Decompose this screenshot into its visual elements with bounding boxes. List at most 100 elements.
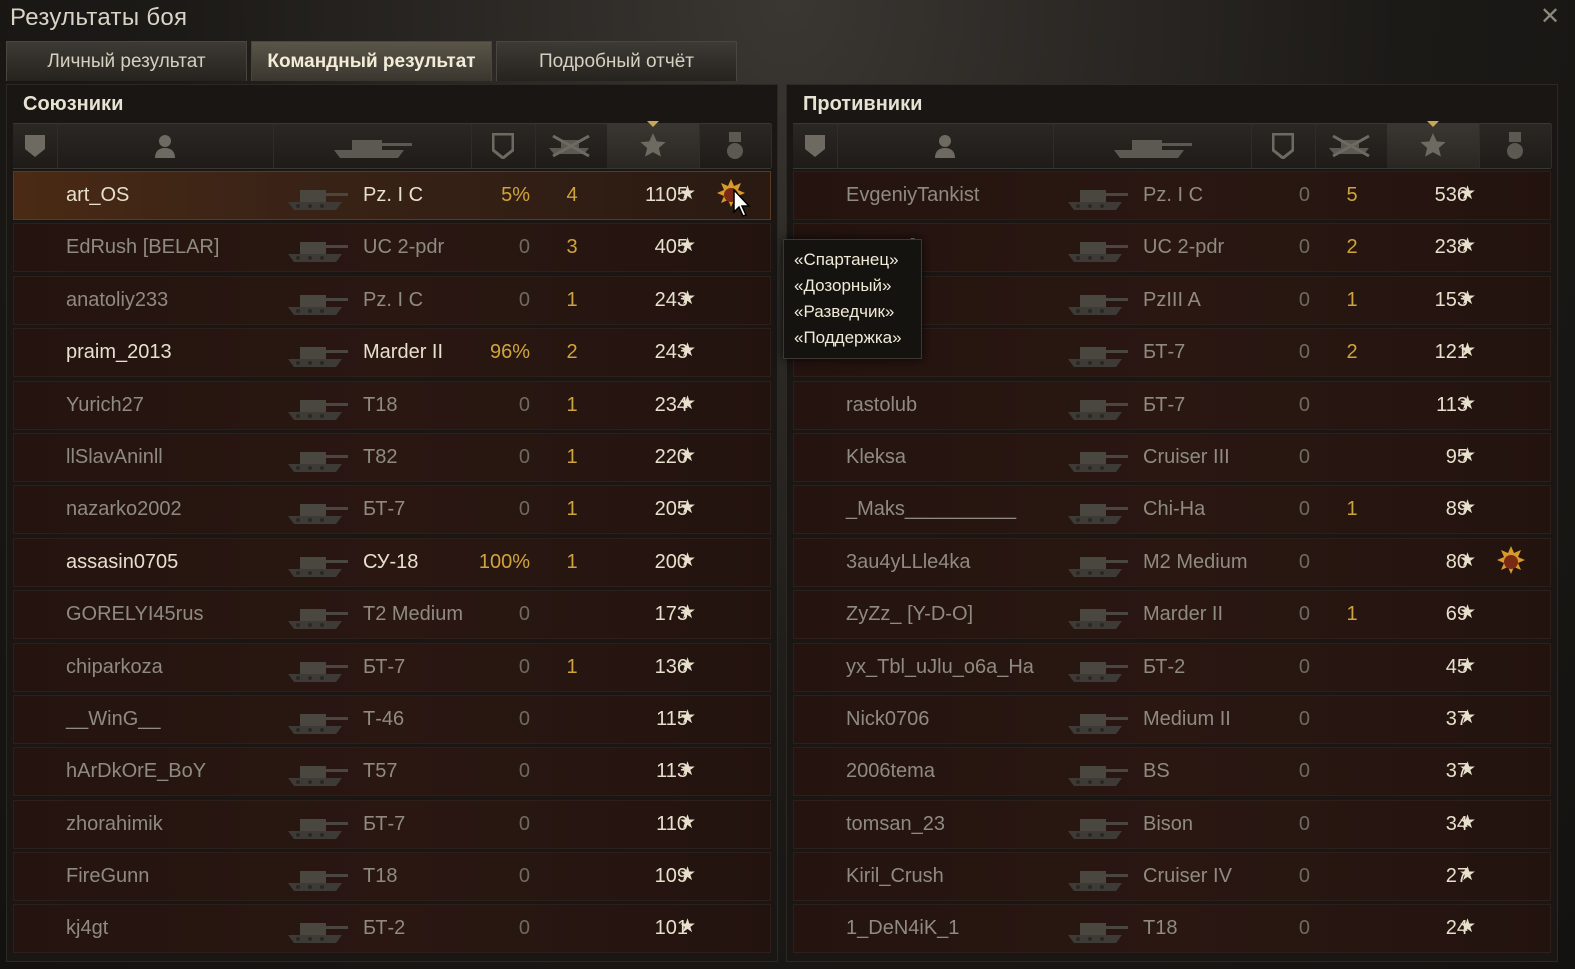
player-row[interactable]: Kleksa Cruiser III 0 95 ★ bbox=[793, 432, 1551, 482]
player-row[interactable]: kj4gt БТ-2 0 101 ★ bbox=[13, 904, 771, 954]
xp-value: 243 bbox=[654, 288, 688, 311]
player-row[interactable]: FireGunn T18 0 109 ★ bbox=[13, 852, 771, 902]
tank-icon bbox=[1064, 180, 1130, 212]
star-icon: ★ bbox=[678, 759, 696, 781]
player-name: yx_Tbl_uJlu_o6a_Ha bbox=[846, 655, 1034, 678]
player-name: 1_DeN4iK_1 bbox=[846, 917, 960, 940]
tab-team-result[interactable]: Командный результат bbox=[251, 41, 492, 81]
star-icon: ★ bbox=[1458, 549, 1476, 571]
player-row[interactable]: 1_DeN4iK_1 T18 0 24 ★ bbox=[793, 904, 1551, 954]
medal-icon[interactable] bbox=[1494, 545, 1528, 579]
xp-value: 136 bbox=[654, 655, 688, 678]
column-header-kills-icon[interactable] bbox=[1315, 124, 1388, 168]
player-row[interactable]: 3au4yLLle4ka M2 Medium 0 80 ★ bbox=[793, 537, 1551, 587]
vehicle-name: Marder II bbox=[363, 341, 444, 364]
xp-value: 1105 bbox=[644, 184, 688, 206]
player-row[interactable]: nazarko2002 БТ-7 0 1 205 ★ bbox=[13, 485, 771, 535]
player-row[interactable]: hArDkOrE_BoY T57 0 113 ★ bbox=[13, 747, 771, 797]
damage-value: 0 bbox=[1298, 498, 1310, 521]
column-header-medal-icon[interactable] bbox=[1479, 124, 1552, 168]
allies-title: Союзники bbox=[23, 93, 124, 115]
player-name: Yurich27 bbox=[66, 393, 144, 416]
column-header-kills-icon[interactable] bbox=[535, 124, 608, 168]
player-row[interactable]: ZyZz_ [Y-D-O] Marder II 0 1 69 ★ bbox=[793, 590, 1551, 640]
player-row[interactable]: yx_Tbl_uJlu_o6a_Ha БТ-2 0 45 ★ bbox=[793, 642, 1551, 692]
tab-detailed-report[interactable]: Подробный отчёт bbox=[496, 41, 737, 81]
player-row[interactable]: __WinG__ Т-46 0 115 ★ bbox=[13, 694, 771, 744]
player-row[interactable]: Kiril_Crush Cruiser IV 0 27 ★ bbox=[793, 852, 1551, 902]
star-icon: ★ bbox=[1458, 392, 1476, 414]
player-row[interactable]: Nick0706 Medium II 0 37 ★ bbox=[793, 694, 1551, 744]
star-icon: ★ bbox=[1458, 287, 1476, 309]
player-row[interactable]: praim_2013 Marder II 96% 2 243 ★ bbox=[13, 328, 771, 378]
column-header-player-icon[interactable] bbox=[837, 124, 1054, 168]
tank-icon bbox=[284, 913, 350, 945]
player-row[interactable]: anatoliy233 Pz. I C 0 1 243 ★ bbox=[13, 275, 771, 325]
xp-value: 101 bbox=[654, 917, 688, 940]
enemies-panel: Противники EvgeniyTankistPz. I C05536★DS… bbox=[786, 84, 1558, 962]
column-header-damage-icon[interactable] bbox=[471, 124, 536, 168]
player-name: FireGunn bbox=[66, 865, 150, 888]
player-row[interactable]: 2006tema BS 0 37 ★ bbox=[793, 747, 1551, 797]
player-row[interactable]: _Maks__________ Chi-Ha 0 1 89 ★ bbox=[793, 485, 1551, 535]
kills-value: 2 bbox=[566, 341, 578, 364]
damage-value: 0 bbox=[518, 707, 530, 730]
player-row[interactable]: assasin0705 СУ-18 100% 1 200 ★ bbox=[13, 537, 771, 587]
column-header-damage-icon[interactable] bbox=[1251, 124, 1316, 168]
column-header-medal-icon[interactable] bbox=[699, 124, 772, 168]
star-icon: ★ bbox=[678, 549, 696, 571]
damage-value: 0 bbox=[1298, 393, 1310, 416]
column-header-xp-star-icon[interactable] bbox=[1387, 121, 1480, 168]
column-header-squad-icon[interactable] bbox=[793, 124, 838, 168]
mouse-cursor-icon bbox=[733, 188, 751, 217]
column-header-vehicle-icon[interactable] bbox=[1053, 124, 1252, 168]
player-row[interactable]: art_OS Pz. I C 5% 4 1105 ★ bbox=[13, 171, 771, 220]
player-row[interactable]: tomsan_23 Bison 0 34 ★ bbox=[793, 799, 1551, 849]
star-icon: ★ bbox=[678, 444, 696, 466]
xp-value: 89 bbox=[1445, 498, 1468, 521]
close-icon[interactable]: ✕ bbox=[1539, 5, 1561, 29]
player-row[interactable]: Yurich27 T18 0 1 234 ★ bbox=[13, 380, 771, 430]
vehicle-name: Pz. I C bbox=[1143, 184, 1204, 206]
column-header-player-icon[interactable] bbox=[57, 124, 274, 168]
kills-value: 2 bbox=[1346, 236, 1358, 259]
tank-icon bbox=[1064, 442, 1130, 474]
tank-icon bbox=[1064, 913, 1130, 945]
player-row[interactable]: EdRush [BELAR] UC 2-pdr 0 3 405 ★ bbox=[13, 223, 771, 273]
xp-value: 37 bbox=[1445, 707, 1468, 730]
tab-personal-result[interactable]: Личный результат bbox=[6, 41, 247, 81]
battle-results-window: Результаты боя ✕ Личный результат Команд… bbox=[0, 0, 1575, 969]
player-name: Nick0706 bbox=[846, 707, 930, 730]
damage-value: 0 bbox=[1298, 760, 1310, 783]
star-icon: ★ bbox=[1458, 759, 1476, 781]
kills-value: 3 bbox=[566, 236, 578, 259]
player-name: anatoliy233 bbox=[66, 288, 169, 311]
column-header-squad-icon[interactable] bbox=[13, 124, 58, 168]
kills-value: 1 bbox=[1346, 288, 1358, 311]
player-name: ZyZz_ [Y-D-O] bbox=[846, 603, 974, 626]
player-row[interactable]: zhorahimik БТ-7 0 110 ★ bbox=[13, 799, 771, 849]
player-row[interactable]: llSlavAninll T82 0 1 220 ★ bbox=[13, 432, 771, 482]
xp-value: 27 bbox=[1445, 865, 1468, 888]
xp-value: 34 bbox=[1445, 812, 1468, 835]
column-header-xp-star-icon[interactable] bbox=[607, 121, 700, 168]
kills-value: 1 bbox=[566, 498, 578, 521]
damage-value: 0 bbox=[518, 288, 530, 311]
damage-value: 0 bbox=[518, 236, 530, 259]
damage-value: 0 bbox=[518, 445, 530, 468]
player-row[interactable]: GORELYI45rus T2 Medium 0 173 ★ bbox=[13, 590, 771, 640]
vehicle-name: БТ-7 bbox=[363, 812, 406, 835]
kills-value: 1 bbox=[566, 445, 578, 468]
xp-value: 45 bbox=[1445, 655, 1468, 678]
vehicle-name: T82 bbox=[363, 445, 398, 468]
player-row[interactable]: rastolub БТ-7 0 113 ★ bbox=[793, 380, 1551, 430]
vehicle-name: Chi-Ha bbox=[1143, 498, 1206, 521]
damage-value: 0 bbox=[1298, 184, 1310, 206]
column-header-vehicle-icon[interactable] bbox=[273, 124, 472, 168]
player-row[interactable]: chiparkoza БТ-7 0 1 136 ★ bbox=[13, 642, 771, 692]
tank-icon bbox=[1064, 285, 1130, 317]
player-row[interactable]: EvgeniyTankist Pz. I C 0 5 536 ★ bbox=[793, 171, 1551, 220]
player-name: kj4gt bbox=[66, 917, 109, 940]
xp-value: 110 bbox=[656, 812, 688, 835]
tank-icon bbox=[1064, 756, 1130, 788]
